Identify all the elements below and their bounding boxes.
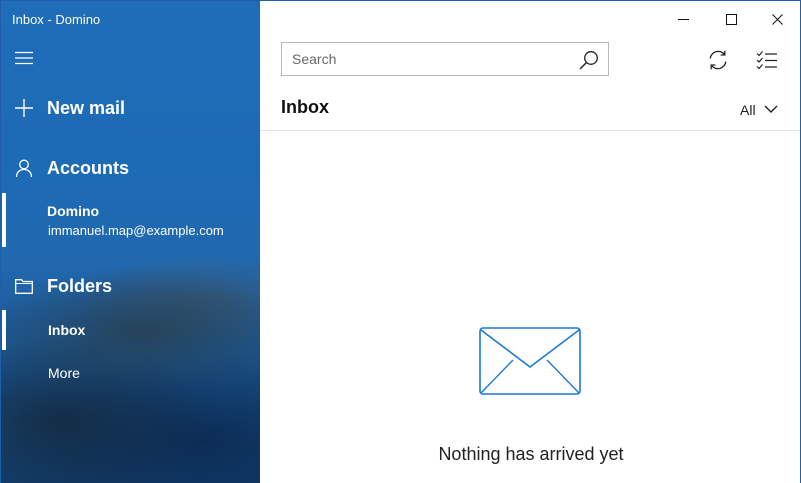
message-list-pane: Inbox All Nothing has arrived yet (260, 1, 800, 483)
accounts-button[interactable]: Accounts (1, 155, 260, 181)
folders-label: Folders (47, 275, 113, 296)
close-button[interactable] (754, 6, 800, 32)
folder-item-inbox[interactable]: Inbox (1, 310, 260, 350)
filter-label: All (740, 102, 756, 118)
checklist-icon (756, 51, 777, 70)
maximize-icon (725, 13, 737, 25)
folder-label: More (48, 365, 80, 381)
account-email: immanuel.map@example.com (48, 223, 224, 238)
hamburger-icon (14, 48, 34, 68)
account-name: Domino (47, 203, 100, 219)
window-title: Inbox - Domino (12, 12, 101, 27)
search-button[interactable] (578, 49, 600, 71)
minimize-button[interactable] (660, 6, 706, 32)
chevron-down-icon (764, 105, 778, 113)
folder-label: Inbox (48, 322, 86, 338)
page-title: Inbox (281, 97, 329, 117)
filter-dropdown[interactable]: All (740, 99, 778, 118)
empty-state-message: Nothing has arrived yet (438, 444, 624, 464)
sync-button[interactable] (703, 45, 733, 75)
new-mail-label: New mail (47, 97, 126, 118)
folder-icon (14, 276, 34, 296)
folder-item-more[interactable]: More (1, 353, 260, 393)
minimize-icon (677, 18, 689, 20)
sidebar: Inbox - Domino New mail Accounts Domino … (1, 1, 260, 483)
account-item-domino[interactable]: Domino immanuel.map@example.com (1, 193, 260, 247)
mail-window: Inbox - Domino New mail Accounts Domino … (0, 0, 801, 483)
folders-button[interactable]: Folders (1, 273, 260, 299)
maximize-button[interactable] (708, 6, 754, 32)
menu-button[interactable] (1, 48, 260, 68)
selection-indicator (2, 310, 6, 350)
close-icon (771, 13, 783, 25)
sync-icon (709, 50, 727, 70)
accounts-label: Accounts (47, 157, 130, 178)
search-icon (579, 51, 598, 70)
person-icon (14, 158, 34, 178)
selection-indicator (2, 193, 6, 247)
search-box (281, 42, 609, 76)
search-input[interactable] (292, 43, 572, 75)
plus-icon (14, 98, 34, 118)
envelope-icon (479, 327, 581, 395)
new-mail-button[interactable]: New mail (1, 95, 260, 121)
select-mode-button[interactable] (752, 45, 782, 75)
list-header: Inbox All (260, 89, 800, 131)
